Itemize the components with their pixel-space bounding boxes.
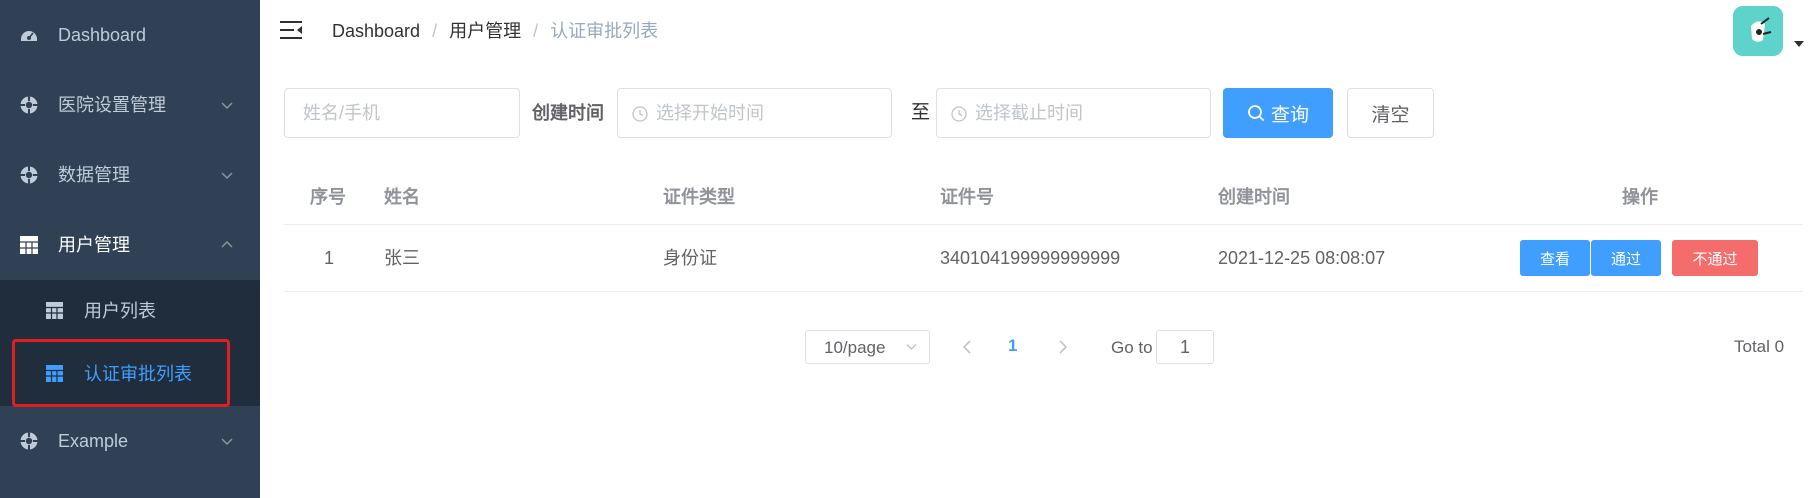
approve-button-label: 通过 <box>1610 250 1641 268</box>
view-button-label: 查看 <box>1539 250 1570 268</box>
goto-label: Go to <box>1111 338 1153 357</box>
sidebar-item-label: 数据管理 <box>58 165 130 185</box>
sidebar-item-user-management[interactable]: 用户管理 <box>0 210 260 280</box>
approve-button[interactable]: 通过 <box>1591 240 1661 276</box>
next-page-icon[interactable] <box>1058 340 1068 354</box>
chevron-down-icon <box>906 344 917 350</box>
table-row: 1 张三 身份证 340104199999999999 2021-12-25 0… <box>284 225 1803 292</box>
clear-button[interactable]: 清空 <box>1347 88 1434 138</box>
sidebar-item-label: Dashboard <box>58 25 147 45</box>
cell-created: 2021-12-25 08:08:07 <box>1218 248 1386 268</box>
end-time-picker[interactable]: 选择截止时间 <box>936 88 1211 138</box>
user-management-submenu: 用户列表 认证审批列表 <box>0 280 260 406</box>
app-root: Dashboard 医院设置管理 数据管理 用户管理 用户列表 认证审批列表 E… <box>0 0 1815 498</box>
clear-button-label: 清空 <box>1371 104 1410 126</box>
dashboard-icon <box>21 31 37 41</box>
chevron-up-icon <box>221 240 233 248</box>
clock-icon <box>632 106 648 122</box>
chevron-down-icon <box>221 172 233 180</box>
sidebar-item-label: 医院设置管理 <box>58 95 166 115</box>
breadcrumb-separator: / <box>432 21 438 41</box>
settings-circle-icon <box>20 96 38 114</box>
view-button[interactable]: 查看 <box>1520 240 1590 276</box>
page-number-current[interactable]: 1 <box>1008 336 1017 356</box>
column-header-index: 序号 <box>310 187 346 207</box>
sidebar-item-hospital-settings[interactable]: 医院设置管理 <box>0 70 260 140</box>
cell-index: 1 <box>324 248 335 268</box>
sidebar: Dashboard 医院设置管理 数据管理 用户管理 用户列表 认证审批列表 E… <box>0 0 260 498</box>
column-header-created: 创建时间 <box>1218 187 1290 207</box>
sidebar-item-data-management[interactable]: 数据管理 <box>0 140 260 210</box>
settings-circle-icon <box>20 166 38 184</box>
goto-page-input[interactable]: 1 <box>1156 330 1214 364</box>
chevron-down-icon <box>221 438 233 446</box>
page-size-value: 10/page <box>824 338 886 357</box>
breadcrumb-item-dashboard[interactable]: Dashboard <box>332 19 420 43</box>
reject-button-label: 不通过 <box>1692 250 1738 268</box>
breadcrumb-item-user-management[interactable]: 用户管理 <box>449 19 521 43</box>
column-header-cert-type: 证件类型 <box>663 187 735 207</box>
end-time-placeholder: 选择截止时间 <box>975 103 1083 123</box>
column-header-name: 姓名 <box>384 187 420 207</box>
settings-circle-icon <box>20 432 38 450</box>
start-time-picker[interactable]: 选择开始时间 <box>617 88 892 138</box>
caret-down-icon[interactable] <box>1794 40 1804 48</box>
hamburger-fold-icon[interactable] <box>280 20 302 40</box>
created-time-label: 创建时间 <box>532 103 604 123</box>
query-button[interactable]: 查询 <box>1223 88 1333 138</box>
prev-page-icon[interactable] <box>962 340 972 354</box>
breadcrumb: Dashboard / 用户管理 / 认证审批列表 <box>332 19 658 43</box>
chevron-down-icon <box>221 102 233 110</box>
sidebar-item-dashboard[interactable]: Dashboard <box>0 0 260 70</box>
sidebar-item-user-list[interactable]: 用户列表 <box>0 280 260 343</box>
table-icon <box>20 236 38 254</box>
cell-cert-type: 身份证 <box>663 248 717 268</box>
cell-name: 张三 <box>384 248 420 268</box>
breadcrumb-item-current: 认证审批列表 <box>550 21 659 41</box>
range-separator: 至 <box>911 102 931 123</box>
breadcrumb-separator: / <box>533 21 539 41</box>
name-phone-placeholder: 姓名/手机 <box>303 103 381 123</box>
sidebar-subitem-label: 用户列表 <box>84 301 156 321</box>
reject-button[interactable]: 不通过 <box>1672 240 1758 276</box>
sidebar-item-label: 用户管理 <box>58 235 130 255</box>
clock-icon <box>951 106 967 122</box>
sidebar-item-label: Example <box>58 431 129 451</box>
column-header-actions: 操作 <box>1622 187 1658 207</box>
total-count: Total 0 <box>1734 337 1785 356</box>
name-phone-input[interactable]: 姓名/手机 <box>284 88 520 138</box>
page-size-select[interactable]: 10/page <box>805 330 930 364</box>
sidebar-item-example[interactable]: Example <box>0 406 260 476</box>
start-time-placeholder: 选择开始时间 <box>656 103 764 123</box>
search-icon <box>1248 105 1265 122</box>
table-icon <box>46 302 63 319</box>
query-button-label: 查询 <box>1270 104 1309 126</box>
avatar-image <box>1733 6 1783 56</box>
table-icon <box>46 365 63 382</box>
sidebar-item-verification-list[interactable]: 认证审批列表 <box>0 343 260 406</box>
column-header-cert-no: 证件号 <box>940 187 994 207</box>
sidebar-subitem-label: 认证审批列表 <box>84 364 192 384</box>
cell-cert-no: 340104199999999999 <box>940 248 1121 268</box>
table-header: 序号 姓名 证件类型 证件号 创建时间 操作 <box>284 170 1803 225</box>
avatar[interactable] <box>1733 6 1783 56</box>
